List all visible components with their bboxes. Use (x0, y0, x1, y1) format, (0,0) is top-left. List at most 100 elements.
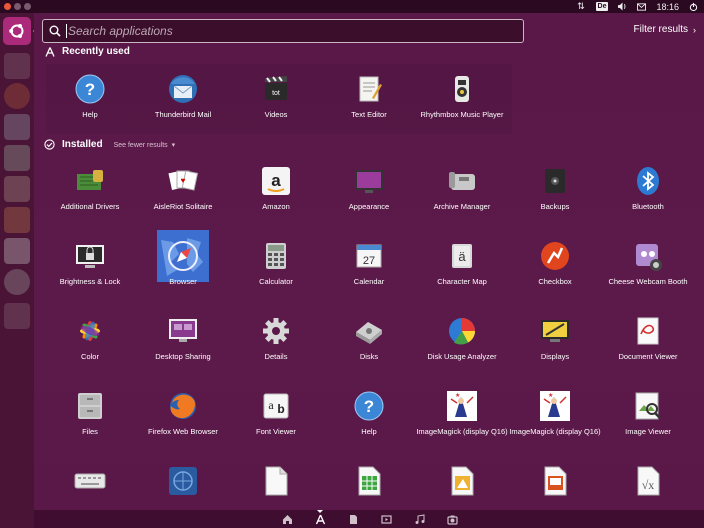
launcher-firefox-icon[interactable] (4, 83, 30, 109)
installed-header: Installed See fewer results ▾ (44, 139, 175, 150)
app-label: Font Viewer (256, 427, 296, 436)
app-label: Firefox Web Browser (148, 427, 218, 436)
app-label: Additional Drivers (60, 202, 120, 211)
system-tray: ⇅ De 18:16 (577, 0, 698, 13)
imagemagick-icon: ★ (537, 388, 573, 424)
launcher-files-icon[interactable] (4, 53, 30, 79)
filter-results-button[interactable]: Filter results › (634, 24, 696, 35)
svg-text:?: ? (85, 80, 95, 99)
top-panel: ⇅ De 18:16 (0, 0, 704, 13)
app-label: Details (264, 352, 288, 361)
files-lens-icon[interactable] (347, 513, 359, 525)
app-label: Cheese Webcam Booth (608, 277, 688, 286)
app-label: Color (81, 352, 99, 361)
text-editor-icon (351, 71, 387, 107)
imagemagick-icon: ★ (444, 388, 480, 424)
app-label: Image Viewer (625, 427, 671, 436)
videos-lens-icon[interactable] (380, 513, 392, 525)
details-icon (258, 313, 294, 349)
color-icon (72, 313, 108, 349)
files-icon (72, 388, 108, 424)
app-label: Appearance (348, 202, 390, 211)
backups-icon (537, 163, 573, 199)
launcher-writer-icon[interactable] (4, 114, 30, 140)
appearance-icon (351, 163, 387, 199)
dash-home-button[interactable] (3, 17, 31, 45)
app-label: Text Editor (351, 110, 387, 119)
text-caret (66, 24, 67, 38)
mail-icon[interactable] (637, 2, 647, 11)
app-label: ImageMagick (display Q16) (416, 427, 508, 436)
home-lens-icon[interactable] (281, 513, 293, 525)
launcher-amazon-icon[interactable] (4, 238, 30, 264)
maximize-window-button[interactable] (24, 3, 31, 10)
svg-text:a: a (268, 398, 274, 412)
app-label: Checkbox (538, 277, 572, 286)
keyboard-layout-indicator[interactable]: De (595, 2, 609, 11)
close-window-button[interactable] (4, 3, 11, 10)
svg-text:ä: ä (458, 249, 466, 264)
svg-text:♥: ♥ (181, 176, 186, 185)
app-label: Character Map (437, 277, 487, 286)
archive-manager-icon (444, 163, 480, 199)
minimize-window-button[interactable] (14, 3, 21, 10)
app-label: Disks (359, 352, 379, 361)
launcher-calc-icon[interactable] (4, 145, 30, 171)
amazon-icon: a (258, 163, 294, 199)
network-icon[interactable]: ⇅ (577, 1, 586, 11)
image-viewer-icon (630, 388, 666, 424)
app-label: Calendar (353, 277, 385, 286)
app-label: AisleRiot Solitaire (153, 202, 213, 211)
svg-text:?: ? (364, 397, 374, 416)
see-fewer-results-link[interactable]: See fewer results ▾ (114, 141, 176, 149)
svg-text:27: 27 (363, 255, 375, 267)
rhythmbox-icon (444, 71, 480, 107)
applications-lens-icon[interactable] (314, 513, 326, 525)
launcher-impress-icon[interactable] (4, 176, 30, 202)
app-label: ImageMagick (display Q16) (509, 427, 601, 436)
calendar-icon: 27 (351, 238, 387, 274)
filter-results-label: Filter results (633, 24, 688, 35)
libreoffice-math-icon: √x (630, 463, 666, 499)
svg-text:a: a (271, 171, 281, 190)
font-viewer-icon: ab (258, 388, 294, 424)
app-label: Backups (540, 202, 570, 211)
app-label: Archive Manager (433, 202, 491, 211)
recently-used-title: Recently used (62, 46, 130, 57)
music-lens-icon[interactable] (413, 513, 425, 525)
ubuntu-logo-icon (9, 24, 24, 38)
displays-icon (537, 313, 573, 349)
launcher (0, 13, 37, 528)
svg-text:b: b (277, 402, 284, 416)
browser-icon (157, 230, 209, 282)
search-input[interactable] (68, 24, 508, 38)
app-label: Amazon (262, 202, 290, 211)
applications-icon (44, 46, 55, 57)
libreoffice-calc-icon (351, 463, 387, 499)
calculator-icon (258, 238, 294, 274)
libreoffice-impress-icon (537, 463, 573, 499)
keyboard-icon (72, 463, 108, 499)
desktop-sharing-icon (165, 313, 201, 349)
power-icon[interactable] (689, 2, 698, 11)
app-label: Help (361, 427, 377, 436)
svg-text:★: ★ (548, 392, 553, 399)
app-label: Videos (264, 110, 288, 119)
launcher-settings-icon[interactable] (4, 269, 30, 295)
app-label: Disk Usage Analyzer (427, 352, 497, 361)
character-map-icon: ä (444, 238, 480, 274)
search-bar[interactable] (42, 19, 524, 43)
additional-drivers-icon (72, 163, 108, 199)
videos-icon: tot (258, 71, 294, 107)
photos-lens-icon[interactable] (446, 513, 458, 525)
brightness-lock-icon (72, 238, 108, 274)
svg-text:★: ★ (455, 392, 460, 399)
svg-text:tot: tot (272, 90, 280, 97)
dash: Filter results › Recently used ? Help Thun… (34, 13, 704, 528)
clock[interactable]: 18:16 (656, 2, 679, 12)
launcher-workspaces-icon[interactable] (4, 303, 30, 329)
launcher-software-center-icon[interactable] (4, 207, 30, 233)
volume-icon[interactable] (618, 2, 627, 11)
bluetooth-icon (630, 163, 666, 199)
recently-used-header: Recently used (44, 46, 130, 57)
